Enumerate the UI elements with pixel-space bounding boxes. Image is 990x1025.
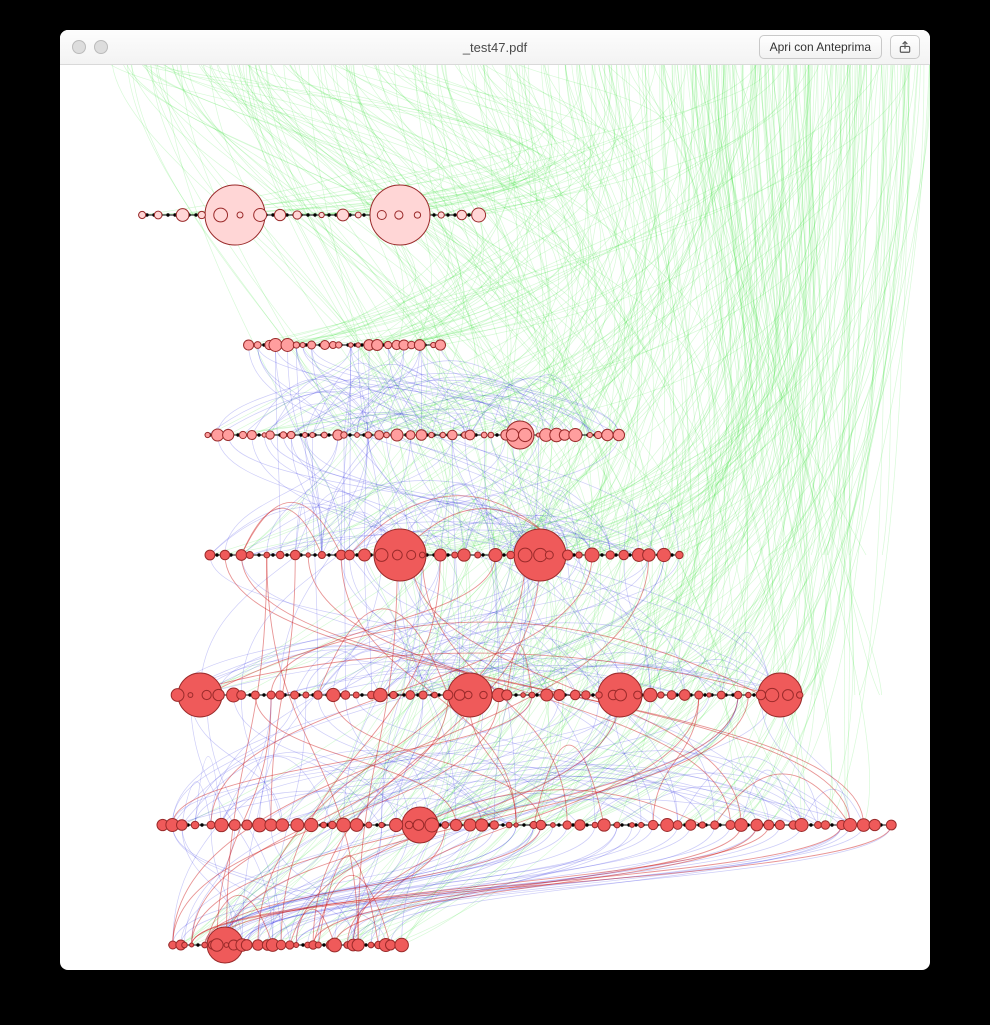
close-icon[interactable] <box>72 40 86 54</box>
open-with-button[interactable]: Apri con Anteprima <box>759 35 882 59</box>
document-viewport[interactable] <box>60 65 930 970</box>
quicklook-window: _test47.pdf Apri con Anteprima <box>60 30 930 970</box>
minimize-icon[interactable] <box>94 40 108 54</box>
window-controls <box>72 40 108 54</box>
share-icon <box>898 40 912 54</box>
titlebar: _test47.pdf Apri con Anteprima <box>60 30 930 65</box>
arc-diagram <box>60 65 930 970</box>
share-button[interactable] <box>890 35 920 59</box>
open-with-label: Apri con Anteprima <box>770 40 871 54</box>
